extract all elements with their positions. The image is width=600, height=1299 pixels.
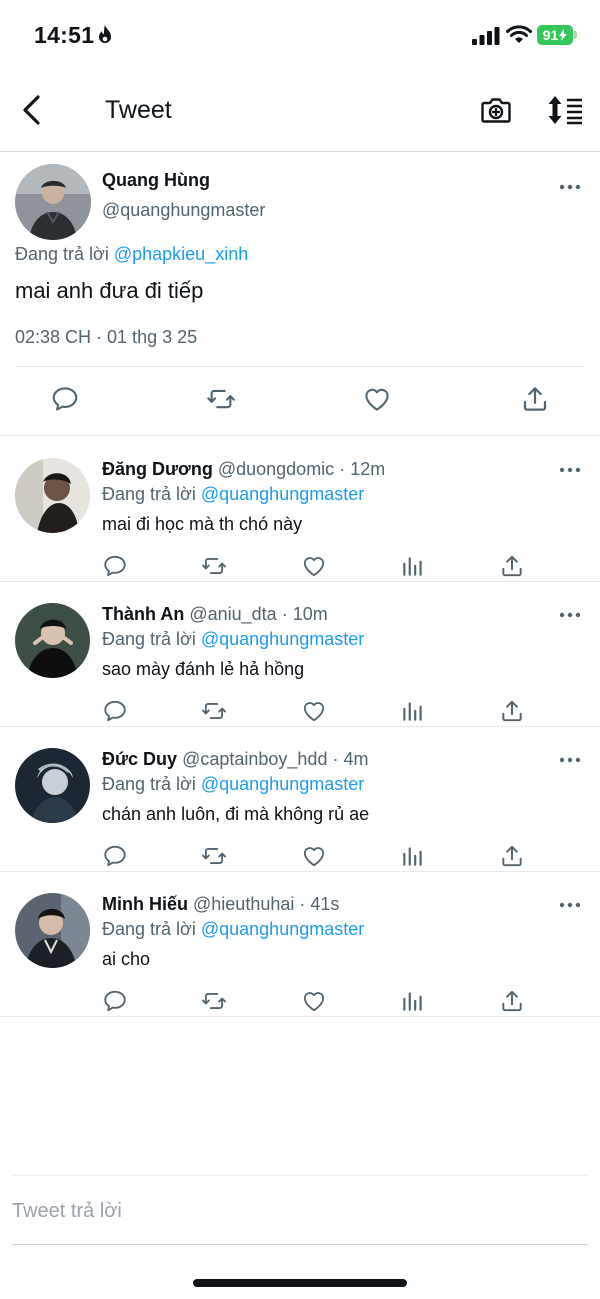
status-bar: 14:51 91 bbox=[0, 0, 600, 70]
author-handle: @quanghungmaster bbox=[102, 200, 266, 220]
replying-to-label: Đang trả lời bbox=[102, 484, 196, 504]
battery-nub bbox=[574, 31, 577, 39]
author-name: Đức Duy bbox=[102, 749, 178, 769]
tweet-text: sao mày đánh lẻ hả hồng bbox=[102, 659, 305, 679]
sort-icon[interactable] bbox=[546, 94, 584, 126]
author-handle: @aniu_dta bbox=[189, 604, 277, 624]
reply-composer bbox=[12, 1175, 588, 1245]
tweet-text: chán anh luôn, đi mà không rủ ae bbox=[102, 804, 370, 824]
views-icon[interactable] bbox=[400, 553, 426, 579]
like-icon[interactable] bbox=[301, 843, 327, 869]
retweet-icon[interactable] bbox=[201, 843, 227, 869]
home-indicator[interactable] bbox=[193, 1279, 407, 1287]
status-time: 14:51 bbox=[34, 22, 95, 48]
share-icon[interactable] bbox=[499, 553, 525, 579]
replying-to: Đang trả lời @phapkieu_xinh bbox=[15, 244, 248, 265]
retweet-icon[interactable] bbox=[206, 384, 236, 414]
tweet-timestamp: 02:38 CH · 01 thg 3 25 bbox=[15, 327, 198, 347]
replying-to-label: Đang trả lời bbox=[102, 919, 196, 939]
reply-header: Đăng Dương @duongdomic · 12m bbox=[102, 459, 385, 480]
page-title: Tweet bbox=[105, 96, 172, 124]
reply-tweet[interactable]: Minh Hiếu @hieuthuhai · 41s Đang trả lời… bbox=[0, 872, 600, 1017]
tweet-text: mai đi học mà th chó này bbox=[102, 514, 303, 534]
avatar[interactable] bbox=[15, 893, 90, 968]
more-icon[interactable] bbox=[559, 902, 581, 908]
more-icon[interactable] bbox=[559, 612, 581, 618]
reply-time: · 12m bbox=[339, 459, 386, 479]
reply-tweet[interactable]: Thành An @aniu_dta · 10m Đang trả lời @q… bbox=[0, 582, 600, 727]
nav-bar: Tweet bbox=[0, 70, 600, 152]
camera-icon[interactable] bbox=[480, 94, 512, 126]
views-icon[interactable] bbox=[400, 843, 426, 869]
avatar[interactable] bbox=[15, 164, 91, 240]
replying-to: Đang trả lời @quanghungmaster bbox=[102, 774, 364, 795]
more-icon[interactable] bbox=[559, 467, 581, 473]
replying-to: Đang trả lời @quanghungmaster bbox=[102, 919, 364, 940]
reply-tweet[interactable]: Đăng Dương @duongdomic · 12m Đang trả lờ… bbox=[0, 437, 600, 582]
share-icon[interactable] bbox=[520, 384, 550, 414]
reply-header: Minh Hiếu @hieuthuhai · 41s bbox=[102, 894, 339, 915]
tweet-text: mai anh đưa đi tiếp bbox=[15, 278, 204, 303]
author-name: Minh Hiếu bbox=[102, 894, 188, 914]
reply-icon[interactable] bbox=[102, 988, 128, 1014]
mention-link[interactable]: @quanghungmaster bbox=[201, 629, 364, 649]
battery-level: 91 bbox=[542, 27, 559, 43]
reply-icon[interactable] bbox=[102, 553, 128, 579]
like-icon[interactable] bbox=[362, 384, 392, 414]
retweet-icon[interactable] bbox=[201, 988, 227, 1014]
like-icon[interactable] bbox=[301, 698, 327, 724]
reply-header: Đức Duy @captainboy_hdd · 4m bbox=[102, 749, 368, 770]
charging-bolt-icon bbox=[559, 29, 568, 41]
author-handle: @captainboy_hdd bbox=[182, 749, 328, 769]
mention-link[interactable]: @quanghungmaster bbox=[201, 919, 364, 939]
avatar[interactable] bbox=[15, 748, 90, 823]
divider bbox=[15, 366, 585, 367]
battery-indicator: 91 bbox=[537, 25, 573, 45]
author-name: Đăng Dương bbox=[102, 459, 213, 479]
reply-input[interactable] bbox=[12, 1196, 572, 1226]
retweet-icon[interactable] bbox=[201, 553, 227, 579]
reply-time: · 41s bbox=[299, 894, 340, 914]
avatar[interactable] bbox=[15, 603, 90, 678]
replying-to-label: Đang trả lời bbox=[102, 629, 196, 649]
author-name: Quang Hùng bbox=[102, 170, 210, 190]
reply-icon[interactable] bbox=[102, 843, 128, 869]
avatar[interactable] bbox=[15, 458, 90, 533]
flame-icon bbox=[99, 25, 111, 43]
share-icon[interactable] bbox=[499, 698, 525, 724]
reply-header: Thành An @aniu_dta · 10m bbox=[102, 604, 328, 625]
views-icon[interactable] bbox=[400, 698, 426, 724]
reply-icon[interactable] bbox=[50, 384, 80, 414]
share-icon[interactable] bbox=[499, 988, 525, 1014]
retweet-icon[interactable] bbox=[201, 698, 227, 724]
mention-link[interactable]: @quanghungmaster bbox=[201, 484, 364, 504]
share-icon[interactable] bbox=[499, 843, 525, 869]
replying-to: Đang trả lời @quanghungmaster bbox=[102, 484, 364, 505]
replying-to: Đang trả lời @quanghungmaster bbox=[102, 629, 364, 650]
reply-time: · 10m bbox=[281, 604, 328, 624]
reply-icon[interactable] bbox=[102, 698, 128, 724]
mention-link[interactable]: @phapkieu_xinh bbox=[114, 244, 248, 264]
back-arrow-icon[interactable] bbox=[20, 94, 46, 126]
signal-icon bbox=[472, 27, 500, 45]
like-icon[interactable] bbox=[301, 988, 327, 1014]
author-name: Thành An bbox=[102, 604, 185, 624]
author-handle: @hieuthuhai bbox=[193, 894, 295, 914]
mention-link[interactable]: @quanghungmaster bbox=[201, 774, 364, 794]
more-icon[interactable] bbox=[559, 184, 581, 190]
reply-tweet[interactable]: Đức Duy @captainboy_hdd · 4m Đang trả lờ… bbox=[0, 727, 600, 872]
reply-time: · 4m bbox=[332, 749, 369, 769]
more-icon[interactable] bbox=[559, 757, 581, 763]
like-icon[interactable] bbox=[301, 553, 327, 579]
replying-to-label: Đang trả lời bbox=[102, 774, 196, 794]
main-tweet: Quang Hùng @quanghungmaster Đang trả lời… bbox=[0, 152, 600, 436]
tweet-text: ai cho bbox=[102, 949, 151, 969]
replying-to-label: Đang trả lời bbox=[15, 244, 109, 264]
views-icon[interactable] bbox=[400, 988, 426, 1014]
wifi-icon bbox=[506, 25, 532, 43]
author-handle: @duongdomic bbox=[217, 459, 335, 479]
